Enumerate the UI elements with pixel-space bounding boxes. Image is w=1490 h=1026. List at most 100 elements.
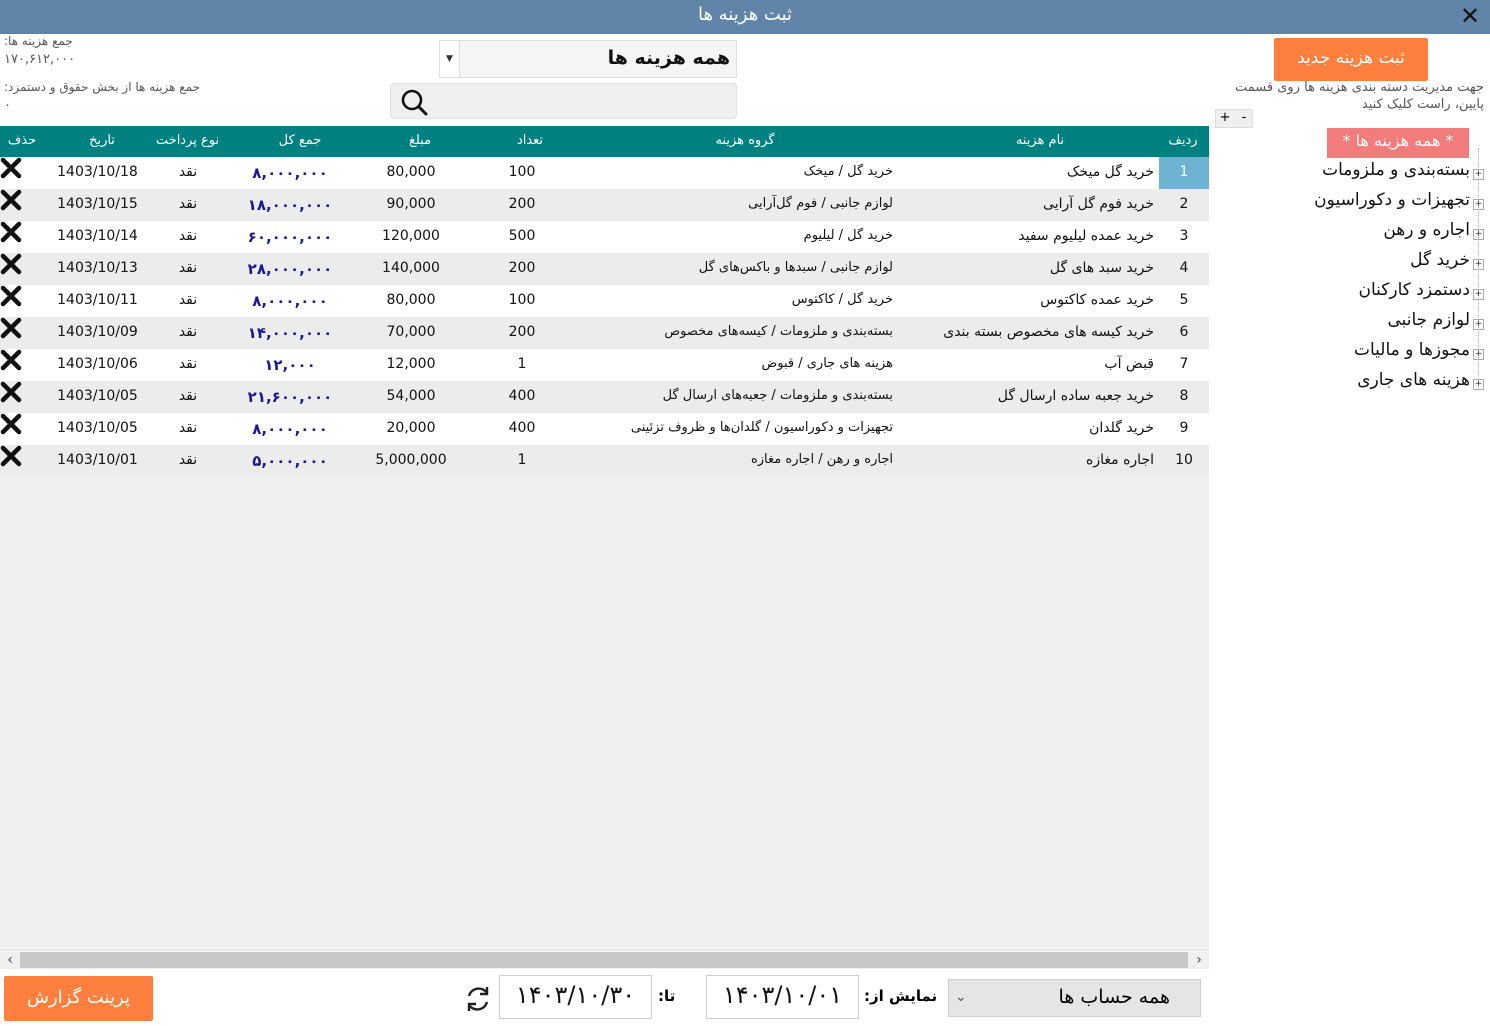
- expense-group-cell[interactable]: خرید گل / کاکتوس: [792, 292, 893, 307]
- amount-cell[interactable]: 20,000: [370, 420, 452, 436]
- quantity-cell[interactable]: 500: [492, 228, 552, 244]
- expense-group-cell[interactable]: اجاره و رهن / اجاره مغازه: [751, 452, 893, 467]
- delete-x-icon[interactable]: [0, 253, 22, 275]
- row-index-cell[interactable]: 1: [1159, 157, 1209, 189]
- total-cell[interactable]: ۸,۰۰۰,۰۰۰: [240, 292, 340, 310]
- col-group-header[interactable]: گروه هزینه: [690, 133, 800, 148]
- category-filter-select[interactable]: ▼ همه هزینه ها: [439, 40, 737, 78]
- chevron-down-icon[interactable]: ⌄: [955, 989, 967, 1005]
- total-cell[interactable]: ۲۱,۶۰۰,۰۰۰: [240, 388, 340, 406]
- expense-group-cell[interactable]: بسته‌بندی و ملزومات / کیسه‌های مخصوص: [664, 324, 893, 339]
- payment-type-cell[interactable]: نقد: [168, 388, 208, 404]
- total-cell[interactable]: ۵,۰۰۰,۰۰۰: [240, 452, 340, 470]
- amount-cell[interactable]: 120,000: [370, 228, 452, 244]
- expense-name-cell[interactable]: خرید عمده لیلیوم سفید: [1018, 228, 1154, 244]
- expense-name-cell[interactable]: اجاره مغازه: [1086, 452, 1154, 468]
- row-index-cell[interactable]: 10: [1159, 445, 1209, 477]
- horizontal-scrollbar[interactable]: ‹ ›: [0, 949, 1209, 969]
- tree-category-item[interactable]: تجهیزات و دکوراسیون: [1314, 190, 1470, 210]
- expand-plus-icon[interactable]: +: [1473, 199, 1484, 210]
- payment-type-cell[interactable]: نقد: [168, 420, 208, 436]
- date-cell[interactable]: 1403/10/01: [50, 452, 145, 468]
- expense-group-cell[interactable]: خرید گل / لیلیوم: [804, 228, 893, 243]
- expense-name-cell[interactable]: قبض آب: [1104, 356, 1154, 372]
- dropdown-arrow-icon[interactable]: ▼: [440, 41, 460, 77]
- payment-type-cell[interactable]: نقد: [168, 292, 208, 308]
- col-amount-header[interactable]: مبلغ: [395, 133, 445, 148]
- quantity-cell[interactable]: 1: [492, 452, 552, 468]
- quantity-cell[interactable]: 100: [492, 292, 552, 308]
- expand-plus-icon[interactable]: +: [1473, 289, 1484, 300]
- payment-type-cell[interactable]: نقد: [168, 324, 208, 340]
- expand-plus-icon[interactable]: +: [1473, 229, 1484, 240]
- date-cell[interactable]: 1403/10/13: [50, 260, 145, 276]
- total-cell[interactable]: ۱۲,۰۰۰: [240, 356, 340, 374]
- expense-name-cell[interactable]: خرید کیسه های مخصوص بسته بندی: [943, 324, 1154, 340]
- table-row[interactable]: 9 خرید گلدان تجهیزات و دکوراسیون / گلدان…: [0, 413, 1209, 445]
- amount-cell[interactable]: 80,000: [370, 292, 452, 308]
- tree-category-item[interactable]: لوازم جانبی: [1387, 310, 1470, 330]
- row-index-cell[interactable]: 8: [1159, 381, 1209, 413]
- amount-cell[interactable]: 70,000: [370, 324, 452, 340]
- expense-name-cell[interactable]: خرید گلدان: [1089, 420, 1154, 436]
- delete-x-icon[interactable]: [0, 221, 22, 243]
- to-date-input[interactable]: ۱۴۰۳/۱۰/۳۰: [499, 975, 652, 1019]
- expand-plus-icon[interactable]: +: [1473, 379, 1484, 390]
- table-row[interactable]: 8 خرید جعبه ساده ارسال گل بسته‌بندی و مل…: [0, 381, 1209, 413]
- quantity-cell[interactable]: 200: [492, 260, 552, 276]
- col-delete-header[interactable]: حذف: [0, 133, 44, 148]
- tree-category-item[interactable]: هزینه های جاری: [1357, 370, 1470, 390]
- table-row[interactable]: 1 خرید گل میخک خرید گل / میخک 100 80,000…: [0, 157, 1209, 189]
- total-cell[interactable]: ۱۴,۰۰۰,۰۰۰: [240, 324, 340, 342]
- col-total-header[interactable]: جمع کل: [260, 133, 340, 148]
- amount-cell[interactable]: 80,000: [370, 164, 452, 180]
- expense-name-cell[interactable]: خرید عمده کاکتوس: [1040, 292, 1154, 308]
- payment-type-cell[interactable]: نقد: [168, 228, 208, 244]
- tree-category-item[interactable]: اجاره و رهن: [1383, 220, 1470, 240]
- expand-plus-icon[interactable]: +: [1473, 349, 1484, 360]
- row-index-cell[interactable]: 4: [1159, 253, 1209, 285]
- total-cell[interactable]: ۱۸,۰۰۰,۰۰۰: [240, 196, 340, 214]
- scroll-right-icon[interactable]: ›: [1189, 950, 1209, 970]
- date-cell[interactable]: 1403/10/05: [50, 388, 145, 404]
- tree-category-item[interactable]: مجوزها و مالیات: [1354, 340, 1470, 360]
- row-index-cell[interactable]: 3: [1159, 221, 1209, 253]
- row-index-cell[interactable]: 6: [1159, 317, 1209, 349]
- total-cell[interactable]: ۲۸,۰۰۰,۰۰۰: [240, 260, 340, 278]
- quantity-cell[interactable]: 100: [492, 164, 552, 180]
- total-cell[interactable]: ۶۰,۰۰۰,۰۰۰: [240, 228, 340, 246]
- table-row[interactable]: 7 قبض آب هزینه های جاری / قبوض 1 12,000 …: [0, 349, 1209, 381]
- amount-cell[interactable]: 5,000,000: [370, 452, 452, 468]
- col-qty-header[interactable]: تعداد: [505, 133, 555, 148]
- col-name-header[interactable]: نام هزینه: [990, 133, 1090, 148]
- expense-group-cell[interactable]: هزینه های جاری / قبوض: [762, 356, 893, 371]
- delete-x-icon[interactable]: [0, 381, 22, 403]
- expense-name-cell[interactable]: خرید فوم گل آرایی: [1043, 196, 1154, 212]
- date-cell[interactable]: 1403/10/15: [50, 196, 145, 212]
- expense-group-cell[interactable]: لوازم جانبی / فوم گل‌آرایی: [748, 196, 893, 211]
- date-cell[interactable]: 1403/10/06: [50, 356, 145, 372]
- table-row[interactable]: 10 اجاره مغازه اجاره و رهن / اجاره مغازه…: [0, 445, 1209, 477]
- total-cell[interactable]: ۸,۰۰۰,۰۰۰: [240, 164, 340, 182]
- delete-x-icon[interactable]: [0, 285, 22, 307]
- quantity-cell[interactable]: 400: [492, 388, 552, 404]
- scroll-left-icon[interactable]: ‹: [0, 950, 20, 970]
- expand-plus-icon[interactable]: +: [1473, 169, 1484, 180]
- search-icon[interactable]: [397, 86, 431, 118]
- date-cell[interactable]: 1403/10/09: [50, 324, 145, 340]
- expense-group-cell[interactable]: لوازم جانبی / سبدها و باکس‌های گل: [699, 260, 893, 275]
- row-index-cell[interactable]: 7: [1159, 349, 1209, 381]
- delete-x-icon[interactable]: [0, 445, 22, 467]
- amount-cell[interactable]: 90,000: [370, 196, 452, 212]
- from-date-input[interactable]: ۱۴۰۳/۱۰/۰۱: [706, 975, 859, 1019]
- quantity-cell[interactable]: 400: [492, 420, 552, 436]
- print-report-button[interactable]: پرینت گزارش: [4, 976, 153, 1021]
- search-box[interactable]: [390, 83, 737, 119]
- total-cell[interactable]: ۸,۰۰۰,۰۰۰: [240, 420, 340, 438]
- delete-x-icon[interactable]: [0, 349, 22, 371]
- new-expense-button[interactable]: ثبت هزینه جدید: [1274, 38, 1428, 81]
- expand-plus-icon[interactable]: +: [1473, 259, 1484, 270]
- quantity-cell[interactable]: 200: [492, 324, 552, 340]
- table-row[interactable]: 2 خرید فوم گل آرایی لوازم جانبی / فوم گل…: [0, 189, 1209, 221]
- accounts-select[interactable]: ⌄ همه حساب ها: [948, 979, 1201, 1017]
